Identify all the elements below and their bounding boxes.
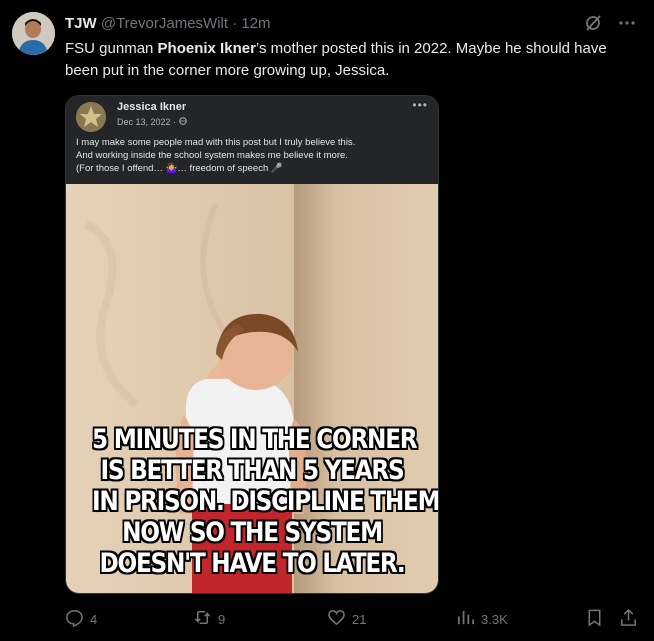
globe-icon <box>178 117 187 127</box>
reply-button[interactable]: 4 <box>65 608 97 630</box>
bookmark-icon <box>585 608 604 630</box>
author-handle[interactable]: @TrevorJamesWilt <box>101 15 228 32</box>
share-icon <box>619 608 638 630</box>
author-avatar[interactable] <box>12 12 55 55</box>
embedded-date: Dec 13, 2022 · <box>117 117 187 127</box>
meme-caption: 5 MINUTES IN THE CORNER IS BETTER THAN 5… <box>66 424 438 579</box>
repost-button[interactable]: 9 <box>193 608 225 630</box>
share-button[interactable] <box>619 608 638 630</box>
repost-icon <box>193 608 212 630</box>
repost-count: 9 <box>218 611 226 627</box>
meme-line: 5 MINUTES IN THE CORNER <box>92 424 418 455</box>
views-count: 3.3K <box>481 611 508 627</box>
separator: · <box>232 15 238 32</box>
reply-count: 4 <box>90 611 98 627</box>
embedded-author: Jessica Ikner <box>117 101 187 113</box>
embedded-avatar <box>76 102 106 132</box>
like-icon <box>327 608 346 630</box>
tweet-text-before: FSU gunman <box>65 40 158 57</box>
tweet-text: FSU gunman Phoenix Ikner’s mother posted… <box>65 38 640 82</box>
meme-line: DOESN'T HAVE TO LATER. <box>99 548 406 579</box>
more-icon[interactable] <box>616 12 638 34</box>
embedded-post-header: Jessica Ikner Dec 13, 2022 · ••• I may m… <box>66 96 438 184</box>
embedded-date-text: Dec 13, 2022 · <box>117 117 179 127</box>
meme-line: IN PRISON. DISCIPLINE THEM <box>92 486 439 517</box>
tweet-header: TJW @TrevorJamesWilt · 12m <box>65 14 271 34</box>
embedded-line: I may make some people mad with this pos… <box>76 137 356 148</box>
like-button[interactable]: 21 <box>327 608 366 630</box>
views-icon <box>456 608 475 630</box>
author-name[interactable]: TJW <box>65 15 97 32</box>
action-bar: 4 9 21 3.3K <box>0 605 654 633</box>
bookmark-button[interactable] <box>585 608 604 630</box>
mentioned-name: Phoenix Ikner <box>157 40 256 57</box>
embedded-line: And working inside the school system mak… <box>76 150 348 161</box>
meme-line: NOW SO THE SYSTEM <box>122 517 383 548</box>
reply-icon <box>65 608 84 630</box>
avatar-image <box>12 12 55 55</box>
embedded-more-icon: ••• <box>412 98 428 112</box>
tweet-media[interactable]: Jessica Ikner Dec 13, 2022 · ••• I may m… <box>65 95 439 594</box>
views-button[interactable]: 3.3K <box>456 608 508 630</box>
grok-icon[interactable] <box>582 12 604 34</box>
tweet-time[interactable]: 12m <box>241 15 270 32</box>
embedded-body: I may make some people mad with this pos… <box>76 136 431 175</box>
header-icons <box>582 12 638 34</box>
meme-line: IS BETTER THAN 5 YEARS <box>100 455 405 486</box>
like-count: 21 <box>352 611 367 627</box>
embedded-line: (For those I offend… 🤷‍♀️… freedom of sp… <box>76 163 283 174</box>
